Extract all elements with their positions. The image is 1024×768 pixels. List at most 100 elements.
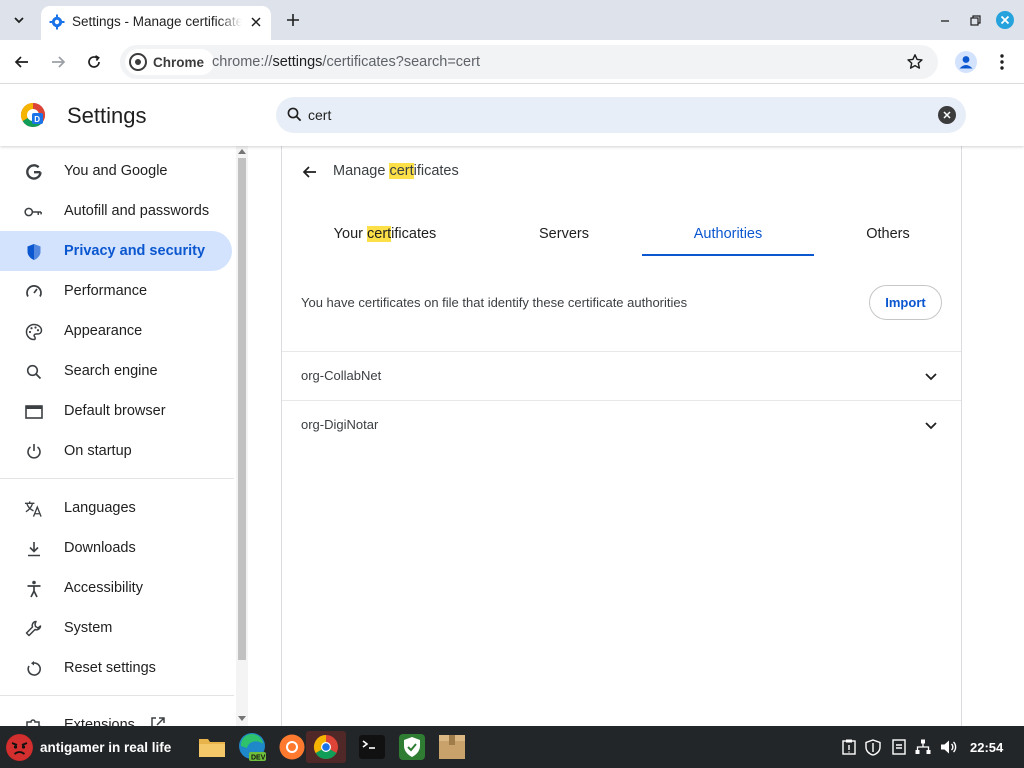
title-prefix: Manage: [333, 163, 390, 179]
browser-toolbar: Chrome chrome://settings/certificates?se…: [0, 40, 1024, 84]
taskbar-chrome[interactable]: [306, 731, 346, 763]
power-icon: [24, 442, 43, 461]
tab-your-certificates[interactable]: Your certificates: [304, 218, 466, 256]
sidebar-item-languages[interactable]: Languages: [0, 488, 232, 528]
sidebar-divider: [0, 478, 234, 479]
tab-search-button[interactable]: [6, 8, 32, 32]
puzzle-icon: [24, 716, 43, 726]
url-host: settings: [272, 54, 323, 70]
arrow-left-icon: [14, 56, 28, 68]
tab-strip: Settings - Manage certificates: [0, 0, 1024, 40]
more-vertical-icon: [1000, 54, 1004, 70]
clipboard-icon: [842, 739, 856, 755]
sidebar-item-on-startup[interactable]: On startup: [0, 431, 232, 471]
forward-button[interactable]: [44, 48, 72, 76]
maximize-button[interactable]: [963, 8, 987, 32]
url-path: /certificates?search=cert: [322, 54, 480, 70]
tab-close-button[interactable]: [247, 13, 265, 31]
taskbar-files[interactable]: [196, 731, 228, 763]
address-bar[interactable]: Chrome chrome://settings/certificates?se…: [120, 45, 938, 79]
reload-button[interactable]: [80, 48, 108, 76]
tray-notes[interactable]: [890, 738, 908, 756]
profile-button[interactable]: [952, 48, 980, 76]
tab-label: Your: [333, 226, 367, 242]
chrome-icon: [306, 731, 346, 763]
angry-face-icon: [6, 734, 33, 761]
sidebar-item-default-browser[interactable]: Default browser: [0, 391, 232, 431]
taskbar-archive[interactable]: [436, 731, 468, 763]
back-button[interactable]: [8, 48, 36, 76]
expand-button[interactable]: [920, 415, 942, 437]
settings-header: D Settings: [0, 84, 1024, 146]
sidebar-item-label: Performance: [64, 283, 148, 299]
sidebar-item-system[interactable]: System: [0, 608, 232, 648]
sidebar-scrollbar-thumb[interactable]: [238, 158, 246, 660]
sidebar-item-extensions[interactable]: Extensions: [0, 705, 232, 726]
sidebar-divider: [0, 695, 234, 696]
download-icon: [24, 539, 43, 558]
network-icon: [915, 739, 931, 754]
new-tab-button[interactable]: [281, 8, 305, 32]
authority-name: org-CollabNet: [301, 368, 382, 383]
svg-text:DEV: DEV: [251, 755, 266, 762]
folder-icon: [199, 739, 225, 757]
url-text[interactable]: chrome://settings/certificates?search=ce…: [212, 54, 480, 70]
tab-label: Authorities: [693, 226, 763, 242]
list-item[interactable]: org-DigiNotar: [282, 401, 961, 449]
sidebar-scrollbar[interactable]: [236, 146, 248, 726]
import-button[interactable]: Import: [869, 285, 942, 320]
tab-label: Servers: [539, 226, 589, 242]
chevron-down-icon: [14, 17, 24, 24]
tray-clipboard[interactable]: [840, 738, 858, 756]
minimize-button[interactable]: [933, 8, 957, 32]
chrome-menu-button[interactable]: [988, 48, 1016, 76]
sidebar-item-privacy-security[interactable]: Privacy and security: [0, 231, 232, 271]
chrome-icon: [129, 53, 147, 71]
tab-authorities[interactable]: Authorities: [642, 218, 814, 256]
document-icon: [892, 739, 906, 755]
star-icon: [907, 54, 923, 69]
sidebar-item-label: Reset settings: [64, 660, 156, 676]
sidebar-item-appearance[interactable]: Appearance: [0, 311, 232, 351]
back-arrow-button[interactable]: [298, 160, 322, 184]
sidebar-item-reset-settings[interactable]: Reset settings: [0, 648, 232, 688]
clear-search-button[interactable]: [938, 106, 956, 124]
sidebar-item-performance[interactable]: Performance: [0, 271, 232, 311]
sidebar-item-downloads[interactable]: Downloads: [0, 528, 232, 568]
settings-search-field[interactable]: [276, 97, 966, 133]
clock: 22:54: [970, 740, 1004, 755]
window-close-button[interactable]: [993, 8, 1017, 32]
title-suffix: ificates: [413, 163, 459, 179]
sidebar-item-you-and-google[interactable]: You and Google: [0, 151, 232, 191]
shield-icon: [865, 738, 881, 756]
tab-others[interactable]: Others: [822, 218, 954, 256]
sidebar-item-search-engine[interactable]: Search engine: [0, 351, 232, 391]
sidebar-item-label: You and Google: [64, 163, 168, 179]
minimize-icon: [941, 20, 949, 22]
arrow-right-icon: [52, 56, 66, 68]
expand-button[interactable]: [920, 366, 942, 388]
tab-servers[interactable]: Servers: [478, 218, 650, 256]
firefox-icon: [279, 734, 305, 760]
bookmark-button[interactable]: [904, 51, 926, 73]
site-info-chip[interactable]: Chrome: [125, 49, 215, 75]
avatar[interactable]: [6, 734, 33, 761]
sidebar-item-label: Search engine: [64, 363, 158, 379]
sidebar-item-label: Extensions: [64, 717, 135, 726]
scroll-up-arrow-icon: [238, 149, 246, 154]
tab-title: Settings - Manage certificates: [72, 14, 242, 29]
tray-volume[interactable]: [940, 738, 958, 756]
tray-shield[interactable]: [864, 738, 882, 756]
search-input[interactable]: [308, 105, 908, 125]
taskbar-security[interactable]: [396, 731, 428, 763]
reload-icon: [88, 55, 100, 68]
browser-tab-settings[interactable]: Settings - Manage certificates: [41, 6, 271, 40]
edge-dev-icon: DEV: [239, 733, 266, 762]
sidebar-item-autofill[interactable]: Autofill and passwords: [0, 191, 232, 231]
taskbar-firefox[interactable]: [276, 731, 308, 763]
tray-network[interactable]: [914, 738, 932, 756]
list-item[interactable]: org-CollabNet: [282, 352, 961, 400]
taskbar-edge-dev[interactable]: DEV: [236, 731, 268, 763]
taskbar-terminal[interactable]: [356, 731, 388, 763]
sidebar-item-accessibility[interactable]: Accessibility: [0, 568, 232, 608]
